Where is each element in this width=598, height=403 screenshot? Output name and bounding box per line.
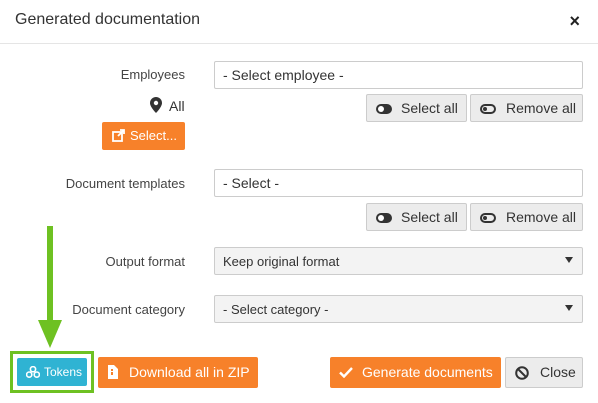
employees-select-all-label: Select all (401, 100, 458, 116)
ban-icon (515, 366, 529, 380)
category-select[interactable]: - Select category - (214, 295, 583, 323)
tokens-icon (26, 366, 40, 378)
close-label: Close (540, 364, 576, 380)
arrow-down-icon (38, 226, 62, 348)
close-icon[interactable]: × (569, 11, 580, 31)
employees-scope-text: All (169, 98, 185, 114)
templates-label: Document templates (65, 176, 185, 191)
caret-down-icon (565, 305, 573, 311)
download-zip-label: Download all in ZIP (129, 364, 250, 380)
select-employees-label: Select... (130, 128, 177, 143)
generate-documents-button[interactable]: Generate documents (330, 357, 501, 388)
employees-remove-all-button[interactable]: Remove all (470, 94, 583, 122)
download-zip-button[interactable]: Download all in ZIP (98, 357, 258, 388)
toggle-off-icon (480, 213, 496, 223)
zip-file-icon (108, 365, 118, 379)
output-format-label: Output format (105, 254, 185, 269)
employees-remove-all-label: Remove all (506, 100, 577, 116)
templates-remove-all-button[interactable]: Remove all (470, 203, 583, 231)
toggle-on-icon (376, 213, 392, 223)
category-value: - Select category - (223, 302, 329, 317)
dialog-title: Generated documentation (15, 11, 201, 28)
templates-select-all-label: Select all (401, 209, 458, 225)
tokens-label: Tokens (44, 365, 83, 379)
caret-down-icon (565, 257, 573, 263)
output-format-select[interactable]: Keep original format (214, 247, 583, 275)
toggle-on-icon (376, 104, 392, 114)
templates-select-all-button[interactable]: Select all (366, 203, 467, 231)
generate-documents-label: Generate documents (362, 364, 493, 380)
tokens-button[interactable]: Tokens (17, 358, 87, 386)
employees-label: Employees (120, 67, 185, 82)
templates-remove-all-label: Remove all (506, 209, 577, 225)
external-link-icon (112, 129, 125, 142)
toggle-off-icon (480, 104, 496, 114)
employee-input[interactable]: - Select employee - (214, 61, 583, 89)
close-button[interactable]: Close (505, 357, 583, 388)
category-label: Document category (72, 302, 185, 317)
templates-input[interactable]: - Select - (214, 169, 583, 197)
map-marker-icon (150, 97, 162, 113)
dialog-header: Generated documentation × (0, 0, 598, 44)
check-icon (339, 367, 353, 378)
output-format-value: Keep original format (223, 254, 340, 269)
select-employees-button[interactable]: Select... (102, 122, 185, 150)
employees-select-all-button[interactable]: Select all (366, 94, 467, 122)
